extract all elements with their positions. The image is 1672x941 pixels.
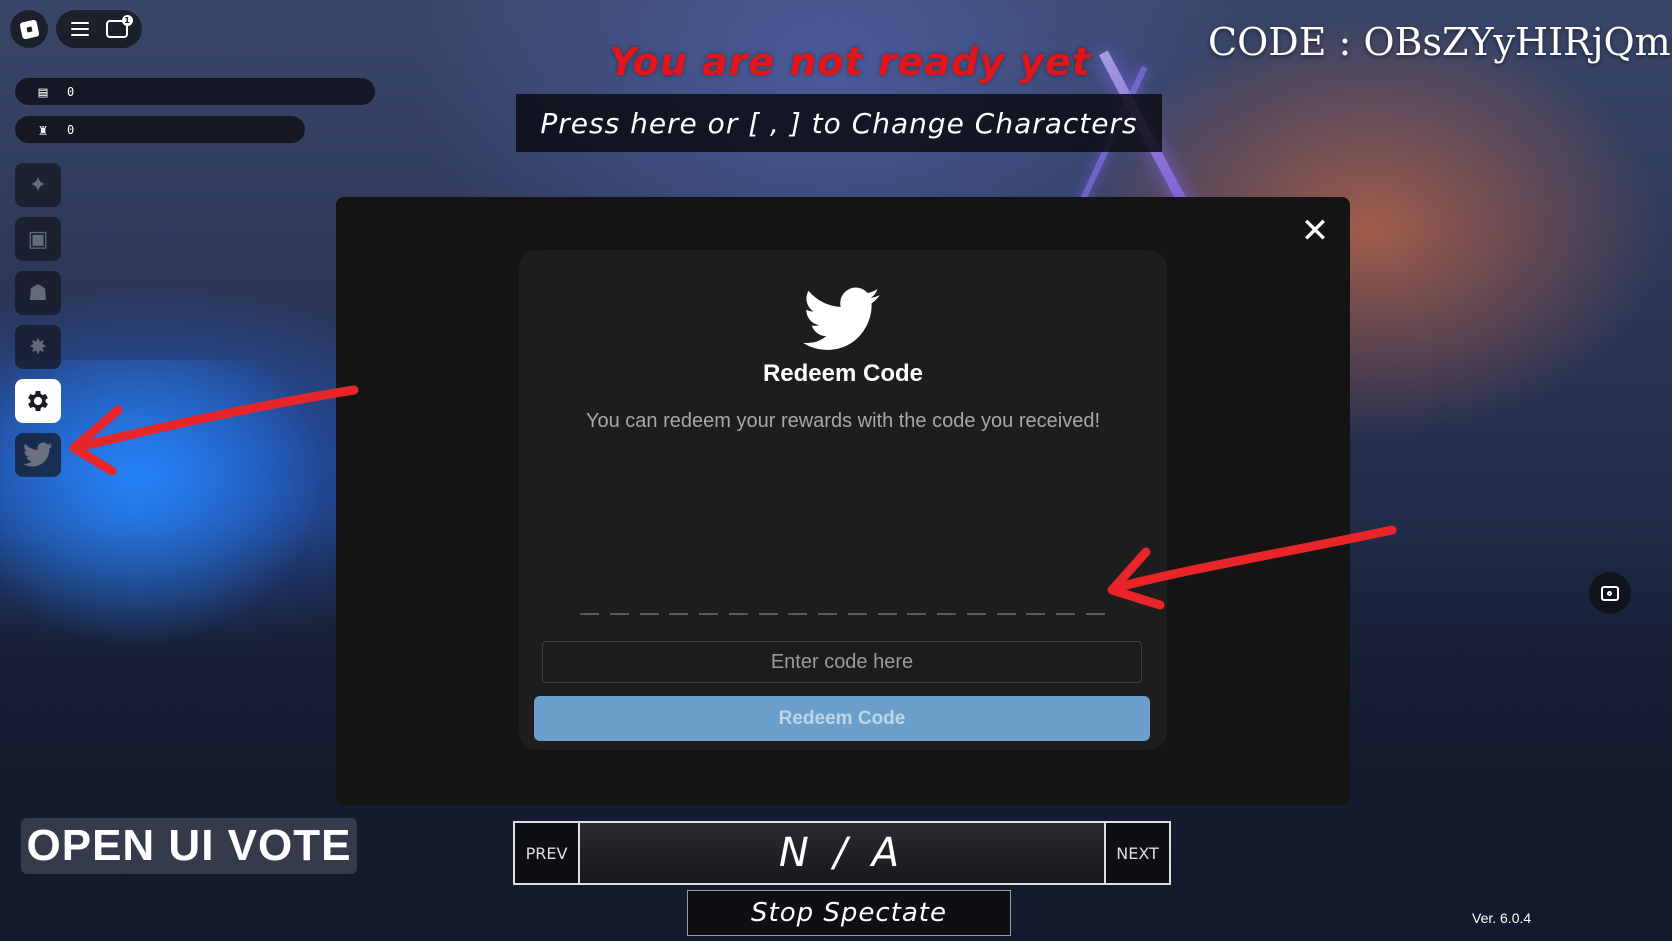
stop-spectate-button[interactable]: Stop Spectate <box>687 890 1011 936</box>
twitter-codes-button[interactable] <box>15 433 61 477</box>
roblox-menu-button[interactable] <box>10 10 48 48</box>
code-banner: CODE : OBsZYyHIRjQmO <box>1208 20 1672 64</box>
cash-value: 0 <box>67 84 75 99</box>
spectate-bar: PREV N / A NEXT <box>513 821 1171 885</box>
code-placeholder-dashes <box>580 603 1105 617</box>
character-button[interactable]: ☗ <box>15 271 61 315</box>
sparkle-button[interactable]: ✦ <box>15 163 61 207</box>
gear-icon <box>28 390 48 412</box>
code-input[interactable] <box>542 641 1142 683</box>
twitter-bird-icon <box>23 442 53 467</box>
cash-display: ▤ 0 <box>15 78 375 105</box>
sparkle-icon: ✦ <box>28 172 48 198</box>
chat-icon[interactable]: 1 <box>105 15 133 38</box>
shop-button[interactable]: ▣ <box>15 217 61 261</box>
trophy-value: 0 <box>67 122 75 137</box>
close-icon[interactable]: ✕ <box>1297 213 1333 249</box>
version-label: Ver. 6.0.4 <box>1472 910 1532 926</box>
cash-stack-icon: ▤ <box>38 82 48 101</box>
screenshot-button[interactable] <box>1589 572 1631 614</box>
change-characters-button[interactable]: Press here or [ , ] to Change Characters <box>516 94 1162 152</box>
trophy-display: ♜ 0 <box>15 116 305 143</box>
chat-badge: 1 <box>121 15 133 26</box>
hamburger-menu-icon[interactable] <box>70 22 89 36</box>
settings-button[interactable] <box>15 379 61 423</box>
not-ready-warning: You are not ready yet <box>608 40 1091 84</box>
star-badge-icon: ✸ <box>28 334 48 360</box>
prev-button[interactable]: PREV <box>515 823 580 883</box>
twitter-bird-icon <box>803 287 880 350</box>
star-badge-button[interactable]: ✸ <box>15 325 61 369</box>
roblox-toolbar: 1 <box>56 10 142 48</box>
shop-bag-icon: ▣ <box>27 226 49 252</box>
camera-icon <box>1601 585 1619 601</box>
trophy-icon: ♜ <box>38 120 48 139</box>
next-button[interactable]: NEXT <box>1104 823 1169 883</box>
modal-title: Redeem Code <box>762 360 924 387</box>
spectated-player-name: N / A <box>580 823 1104 883</box>
modal-description: You can redeem your rewards with the cod… <box>586 410 1100 432</box>
open-ui-vote-button[interactable]: OPEN UI VOTE <box>21 818 357 874</box>
roblox-logo-icon <box>18 18 40 40</box>
character-icon: ☗ <box>28 280 48 306</box>
redeem-code-button[interactable]: Redeem Code <box>534 696 1150 741</box>
